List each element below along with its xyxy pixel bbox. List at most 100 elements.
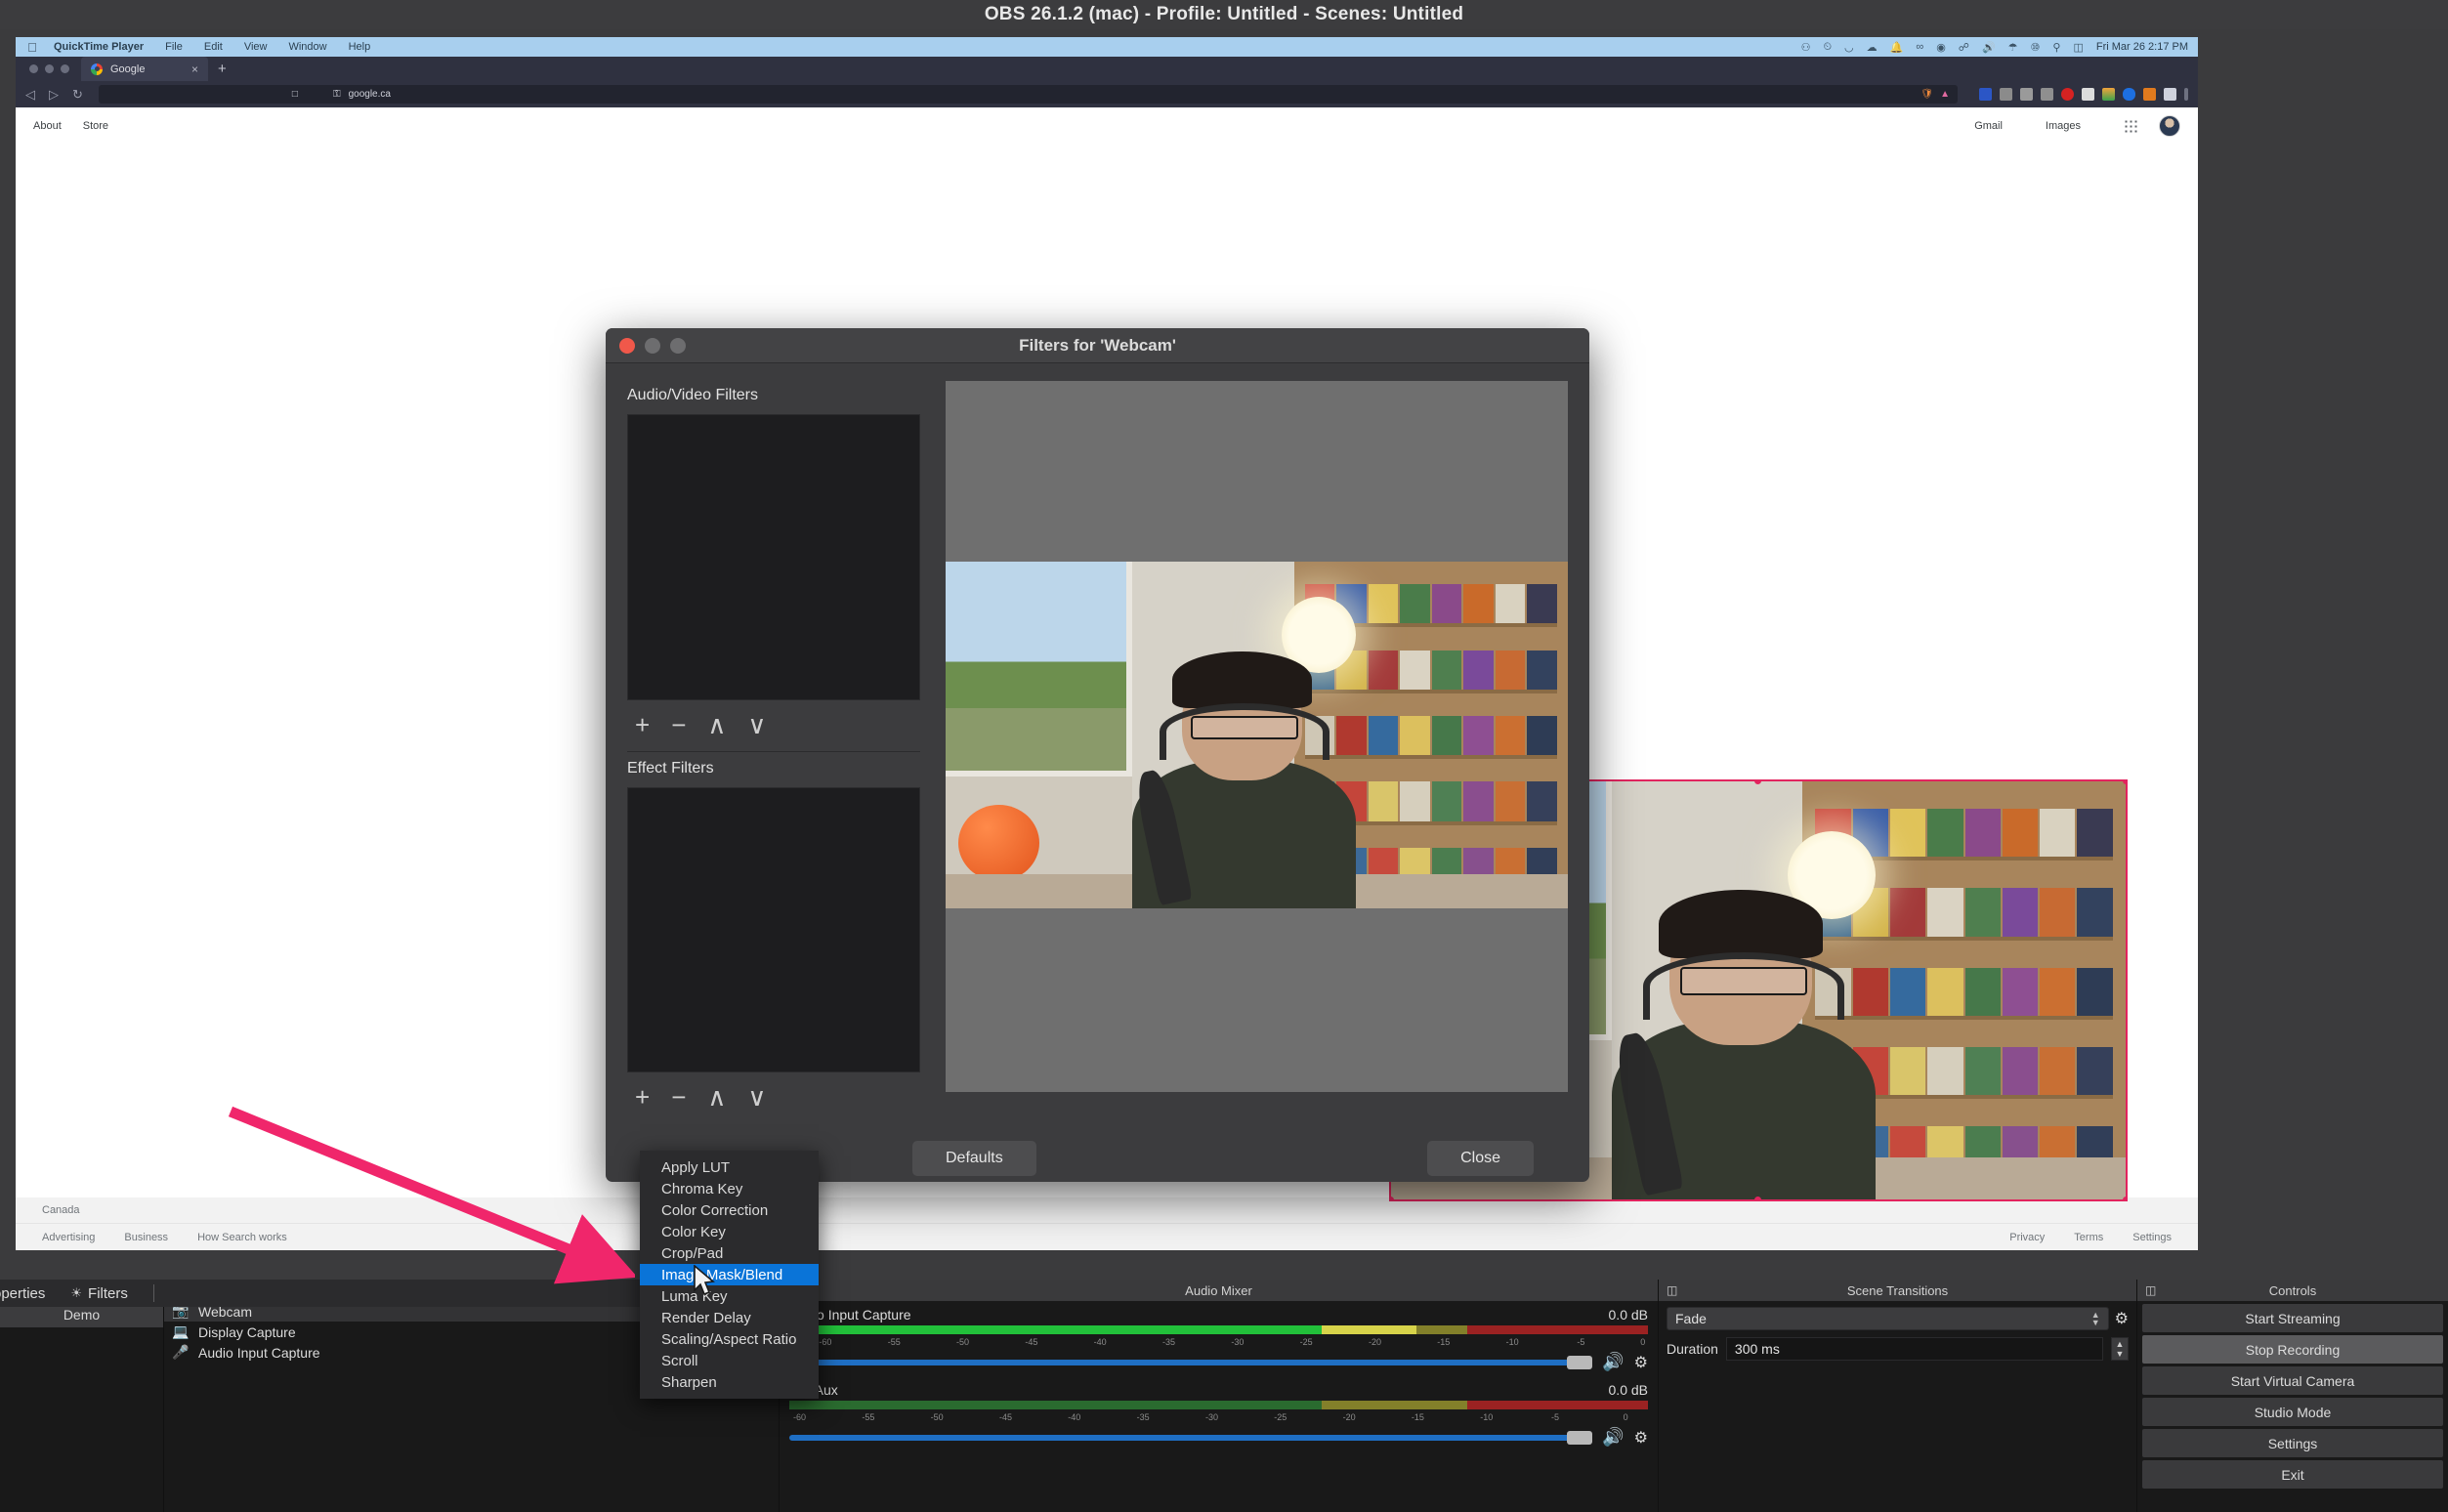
menu-edit[interactable]: Edit [193,41,233,53]
chevron-updown-icon[interactable]: ▲ ▼ [2091,1311,2100,1327]
move-av-filter-down-button[interactable]: ∨ [747,712,766,737]
back-icon[interactable]: ◁ [25,87,35,103]
move-effect-filter-down-button[interactable]: ∨ [747,1084,766,1110]
menu-file[interactable]: File [154,41,193,53]
glasses-icon[interactable]: ∞ [1916,41,1923,53]
dock-icon[interactable]: ◫ [1667,1283,1677,1297]
battery-icon[interactable]: ⚇ [1801,41,1811,54]
move-av-filter-up-button[interactable]: ∧ [707,712,726,737]
footer-link-business[interactable]: Business [124,1232,168,1243]
new-tab-button[interactable]: + [208,61,236,77]
slider-knob[interactable] [1567,1430,1593,1445]
duration-stepper[interactable]: ▲ ▼ [2111,1337,2129,1361]
brave-triangle-icon[interactable]: ▲ [1940,89,1950,100]
google-link-store[interactable]: Store [83,120,108,132]
orange-icon[interactable] [2143,88,2156,101]
apple-logo-icon[interactable]:  [21,40,43,55]
wifi-icon[interactable]: ☂ [2008,41,2018,54]
remove-effect-filter-button[interactable]: − [671,1084,686,1110]
menu-window[interactable]: Window [277,41,337,53]
close-icon[interactable]: × [191,63,198,76]
menu-item-color-correction[interactable]: Color Correction [640,1199,819,1221]
defaults-button[interactable]: Defaults [912,1141,1036,1176]
minimize-icon[interactable] [645,337,660,354]
dock-icon[interactable]: ◫ [2145,1283,2156,1297]
exit-button[interactable]: Exit [2142,1460,2443,1489]
close-window-icon[interactable] [29,64,38,73]
close-icon[interactable] [619,337,635,354]
browser-tab-google[interactable]: Google × [81,57,208,81]
shield-icon[interactable]: 🛡 [1920,89,1933,100]
speaker-icon[interactable]: 🔊 [1602,1427,1624,1448]
browser-menu-icon[interactable] [2184,88,2188,101]
minimize-window-icon[interactable] [45,64,54,73]
transition-select[interactable]: Fade ▲ ▼ [1667,1307,2109,1330]
colorful-icon[interactable] [2102,88,2115,101]
pen-icon[interactable] [2082,88,2094,101]
zoom-window-icon[interactable] [61,64,69,73]
bell-icon[interactable]: 🔔 [1890,41,1904,54]
reload-icon[interactable]: ↻ [72,87,83,103]
grayscale-gear-icon[interactable] [2000,88,2012,101]
footer-link-settings[interactable]: Settings [2132,1232,2172,1243]
google-link-gmail[interactable]: Gmail [1974,120,2003,132]
cloud-icon[interactable]: ☁ [1867,41,1878,54]
filter-type-menu[interactable]: Apply LUT Chroma Key Color Correction Co… [640,1151,819,1399]
remove-av-filter-button[interactable]: − [671,712,686,737]
footer-link-how-search-works[interactable]: How Search works [197,1232,287,1243]
move-effect-filter-up-button[interactable]: ∧ [707,1084,726,1110]
menu-item-render-delay[interactable]: Render Delay [640,1307,819,1328]
vpn-icon[interactable]: ⏲ [1823,41,1832,54]
apps-grid-icon[interactable] [2124,119,2137,133]
record-icon[interactable] [2061,88,2074,101]
volume-slider[interactable] [789,1355,1593,1369]
menu-item-image-mask-blend[interactable]: Image Mask/Blend [640,1264,819,1285]
menu-view[interactable]: View [233,41,278,53]
menu-item-luma-key[interactable]: Luma Key [640,1285,819,1307]
menu-help[interactable]: Help [338,41,382,53]
zoom-icon[interactable] [670,337,686,354]
reader-view-icon[interactable]: □ [292,89,298,100]
notion-icon[interactable] [2020,88,2033,101]
volume-slider[interactable] [789,1430,1593,1445]
add-effect-filter-button[interactable]: + [635,1084,650,1110]
menu-item-crop-pad[interactable]: Crop/Pad [640,1242,819,1264]
duration-input[interactable]: 300 ms [1725,1337,2103,1361]
forward-icon[interactable]: ▷ [49,87,59,103]
menu-item-scaling-aspect-ratio[interactable]: Scaling/Aspect Ratio [640,1328,819,1350]
menu-quicktime-player[interactable]: QuickTime Player [43,41,154,53]
footer-link-privacy[interactable]: Privacy [2009,1232,2045,1243]
resize-handle-bc[interactable] [1754,1197,1761,1199]
menu-item-color-key[interactable]: Color Key [640,1221,819,1242]
close-button[interactable]: Close [1427,1141,1534,1176]
screenshot-icon[interactable] [2041,88,2053,101]
volume-icon[interactable]: 🔊 [1982,41,1996,54]
menu-item-sharpen[interactable]: Sharpen [640,1371,819,1393]
start-virtual-camera-button[interactable]: Start Virtual Camera [2142,1366,2443,1395]
menu-item-chroma-key[interactable]: Chroma Key [640,1178,819,1199]
slider-knob[interactable] [1567,1355,1593,1369]
google-link-images[interactable]: Images [2046,120,2081,132]
google-link-about[interactable]: About [33,120,62,132]
footer-link-advertising[interactable]: Advertising [42,1232,95,1243]
menu-item-scroll[interactable]: Scroll [640,1350,819,1371]
toggle-icon[interactable] [2123,88,2135,101]
puzzle-icon[interactable] [2164,88,2176,101]
speaker-icon[interactable]: 🔊 [1602,1352,1624,1372]
gear-icon[interactable]: ⚙ [1634,1353,1648,1372]
tab-filters[interactable]: ☀ Filters [70,1285,128,1302]
browser-window-controls[interactable] [25,64,81,73]
start-streaming-button[interactable]: Start Streaming [2142,1304,2443,1332]
gear-icon[interactable]: ⚙ [1634,1428,1648,1448]
effect-filters-list[interactable] [627,786,920,1072]
bluetooth-arc-icon[interactable]: ◡ [1844,41,1854,54]
settings-button[interactable]: Settings [2142,1429,2443,1457]
add-av-filter-button[interactable]: + [635,712,650,737]
notification-icon[interactable]: ◫ [2073,41,2083,54]
control-center-icon[interactable]: ⑩ [2031,41,2041,54]
menubar-clock[interactable]: Fri Mar 26 2:17 PM [2096,41,2188,53]
footer-link-terms[interactable]: Terms [2074,1232,2103,1243]
address-bar[interactable]: □ ⚿ google.ca 🛡 ▲ [98,85,1958,104]
menu-item-apply-lut[interactable]: Apply LUT [640,1156,819,1178]
transition-gear-icon[interactable]: ⚙ [2115,1309,2129,1328]
